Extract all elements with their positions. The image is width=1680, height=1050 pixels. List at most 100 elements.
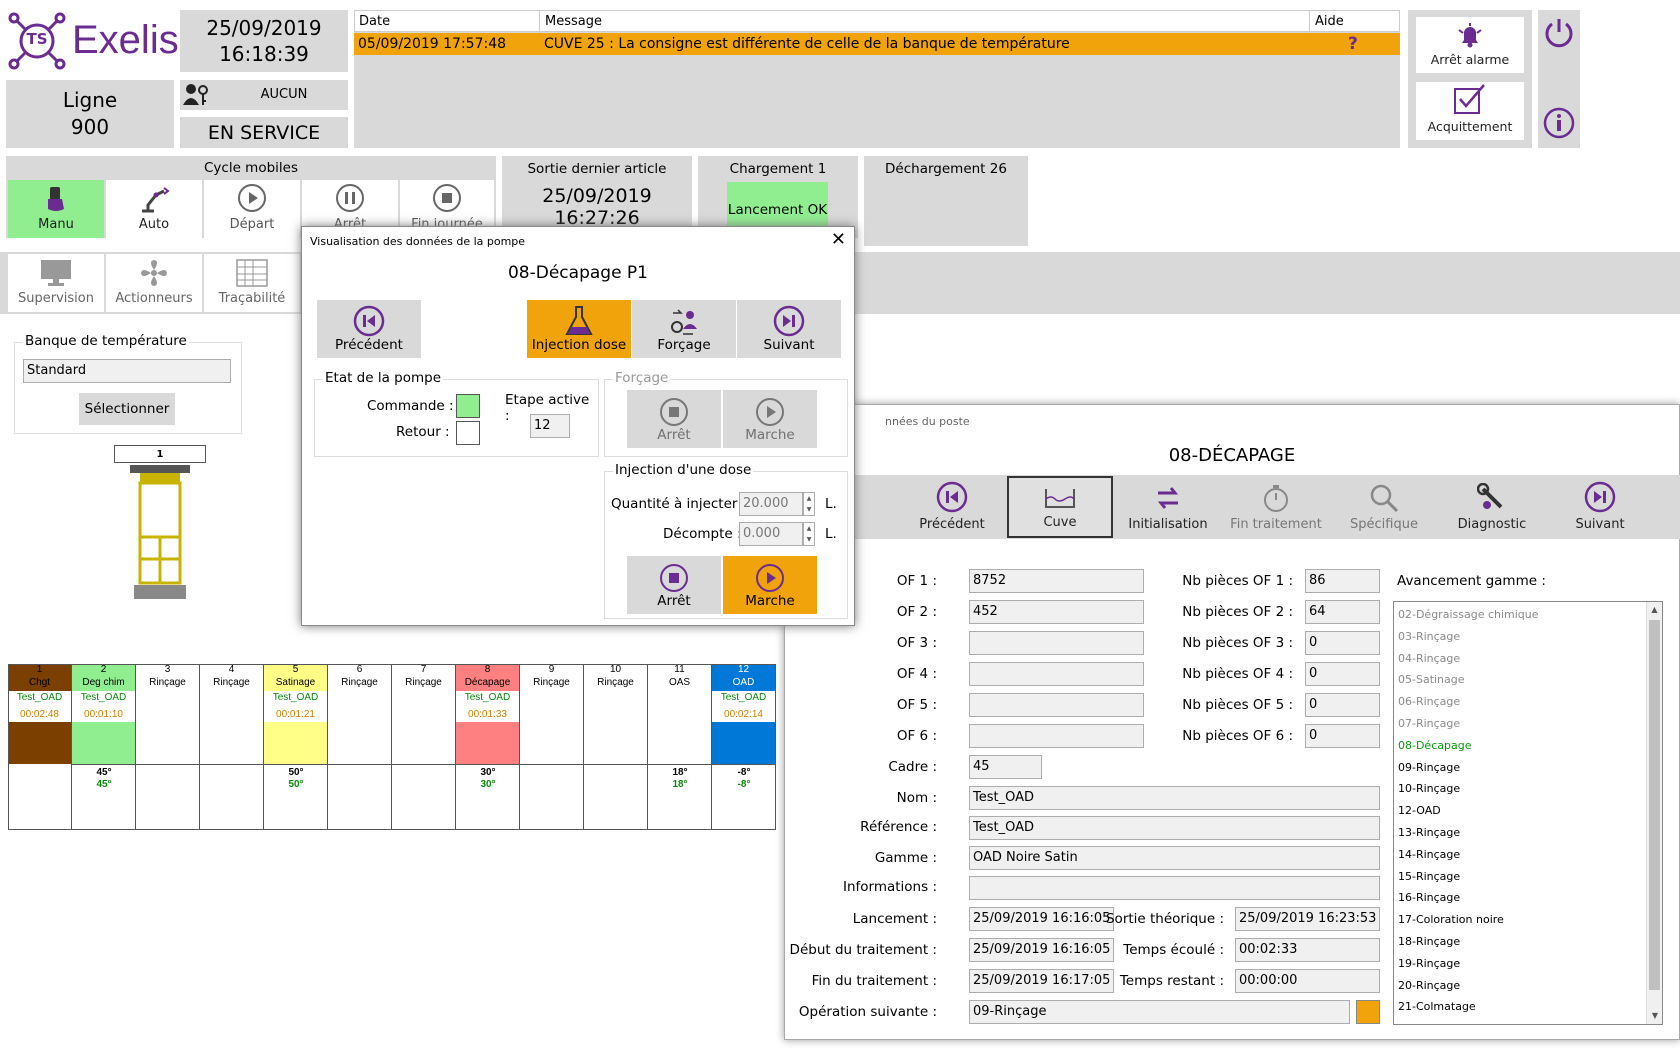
pump-next-button[interactable]: Suivant	[737, 300, 841, 358]
bath-11[interactable]: 11 OAS 18° 18°	[648, 664, 712, 830]
bath-1[interactable]: 1 Chgt Test_OAD 00:02:48	[8, 664, 72, 830]
bath-8[interactable]: 8 Décapage Test_OAD 00:01:33 30° 30°	[456, 664, 520, 830]
inject-dose-button[interactable]: Injection dose	[527, 300, 631, 358]
gamme-step[interactable]: 05-Satinage	[1394, 669, 1662, 691]
nb3-field[interactable]: 0	[1305, 631, 1380, 655]
bath-3[interactable]: 3 Rinçage	[136, 664, 200, 830]
gamme-step[interactable]: 17-Coloration noire	[1394, 909, 1662, 931]
of2-field[interactable]: 452	[969, 600, 1144, 624]
end-treatment-button[interactable]: Fin traitement	[1223, 476, 1329, 538]
of1-field[interactable]: 8752	[969, 569, 1144, 593]
nb4-field[interactable]: 0	[1305, 662, 1380, 686]
gamme-step[interactable]: 13-Rinçage	[1394, 822, 1662, 844]
select-button[interactable]: Sélectionner	[79, 393, 175, 425]
init-button[interactable]: Initialisation	[1115, 476, 1221, 538]
quantity-field[interactable]: 20.000	[739, 492, 803, 516]
ref-field[interactable]: Test_OAD	[969, 816, 1380, 840]
gamme-step[interactable]: 06-Rinçage	[1394, 691, 1662, 713]
bath-7[interactable]: 7 Rinçage	[392, 664, 456, 830]
debut-field[interactable]: 25/09/2019 16:16:05	[969, 938, 1114, 962]
bath-10[interactable]: 10 Rinçage	[584, 664, 648, 830]
gamme-step[interactable]: 02-Dégraissage chimique	[1394, 604, 1662, 626]
bank-field[interactable]: Standard	[23, 359, 231, 383]
bath-number: 8	[456, 664, 519, 676]
gamme-step[interactable]: 04-Rinçage	[1394, 648, 1662, 670]
diagnostic-button[interactable]: Diagnostic	[1439, 476, 1545, 538]
power-icon[interactable]	[1542, 16, 1576, 50]
user-panel[interactable]: AUCUN	[180, 80, 348, 110]
alarm-help-icon[interactable]: ?	[1348, 34, 1358, 54]
bath-2[interactable]: 2 Deg chim Test_OAD 00:01:10 45° 45°	[72, 664, 136, 830]
gamme-step[interactable]: 14-Rinçage	[1394, 844, 1662, 866]
gamme-field[interactable]: OAD Noire Satin	[969, 846, 1380, 870]
restant-field[interactable]: 00:00:00	[1235, 969, 1380, 993]
countdown-field[interactable]: 0.000	[739, 522, 803, 546]
ecoule-field[interactable]: 00:02:33	[1235, 938, 1380, 962]
pump-forcing-button[interactable]: Forçage	[632, 300, 736, 358]
gamme-step[interactable]: 10-Rinçage	[1394, 778, 1662, 800]
forcing-stop-button[interactable]: Arrêt	[627, 390, 721, 448]
forcing-run-button[interactable]: Marche	[723, 390, 817, 448]
lancement-field[interactable]: 25/09/2019 16:16:05	[969, 907, 1114, 931]
of3-field[interactable]	[969, 631, 1144, 655]
retour-indicator	[456, 421, 480, 445]
gamme-step[interactable]: 12-OAD	[1394, 800, 1662, 822]
of5-field[interactable]	[969, 693, 1144, 717]
gamme-step[interactable]: 15-Rinçage	[1394, 866, 1662, 888]
nb1-field[interactable]: 86	[1305, 569, 1380, 593]
manu-button[interactable]: Manu	[8, 180, 104, 238]
bath-4[interactable]: 4 Rinçage	[200, 664, 264, 830]
nav-supervision[interactable]: Supervision	[8, 254, 104, 312]
nom-field[interactable]: Test_OAD	[969, 786, 1380, 810]
bath-12[interactable]: 12 OAD Test_OAD 00:02:14 -8° -8°	[712, 664, 776, 830]
start-button[interactable]: Départ	[204, 180, 300, 238]
nb2-field[interactable]: 64	[1305, 600, 1380, 624]
gamme-step[interactable]: 19-Rinçage	[1394, 953, 1662, 975]
poste-previous-button[interactable]: Précédent	[899, 476, 1005, 538]
nb6-field[interactable]: 0	[1305, 724, 1380, 748]
gamme-step[interactable]: 03-Rinçage	[1394, 626, 1662, 648]
scroll-up-icon[interactable]: ▲	[1647, 602, 1662, 618]
info-field[interactable]	[969, 876, 1380, 900]
specific-button[interactable]: Spécifique	[1331, 476, 1437, 538]
sortie-theorique-field[interactable]: 25/09/2019 16:23:53	[1235, 907, 1380, 931]
bath-lot: Test_OAD	[464, 692, 511, 703]
gamme-step[interactable]: 07-Rinçage	[1394, 713, 1662, 735]
of6-field[interactable]	[969, 724, 1144, 748]
bath-5[interactable]: 5 Satinage Test_OAD 00:01:21 50° 50°	[264, 664, 328, 830]
gamme-list[interactable]: 02-Dégraissage chimique 03-Rinçage 04-Rinç…	[1393, 601, 1663, 1025]
fin-field[interactable]: 25/09/2019 16:17:05	[969, 969, 1114, 993]
auto-button[interactable]: Auto	[106, 180, 202, 238]
pump-previous-button[interactable]: Précédent	[317, 300, 421, 358]
bath-6[interactable]: 6 Rinçage	[328, 664, 392, 830]
nb5-field[interactable]: 0	[1305, 693, 1380, 717]
alarm-stop-button[interactable]: Arrêt alarme	[1416, 17, 1524, 73]
quantity-spinner[interactable]: ▲ ▼	[803, 492, 815, 516]
close-icon[interactable]: ✕	[831, 229, 846, 250]
dose-stop-button[interactable]: Arrêt	[627, 556, 721, 614]
cadre-field[interactable]: 45	[969, 755, 1042, 779]
info-icon[interactable]	[1542, 106, 1576, 140]
next-op-field[interactable]: 09-Rinçage	[969, 1000, 1350, 1024]
scroll-down-icon[interactable]: ▼	[1647, 1008, 1662, 1024]
nav-actionneurs[interactable]: Actionneurs	[106, 254, 202, 312]
bath-9[interactable]: 9 Rinçage	[520, 664, 584, 830]
gamme-step[interactable]: 18-Rinçage	[1394, 931, 1662, 953]
scroll-thumb[interactable]	[1649, 620, 1660, 990]
gamme-scrollbar[interactable]: ▲ ▼	[1646, 602, 1662, 1024]
gamme-step[interactable]: 08-Décapage	[1394, 735, 1662, 757]
gamme-step[interactable]: 09-Rinçage	[1394, 757, 1662, 779]
gamme-step[interactable]: 21-Colmatage	[1394, 996, 1662, 1018]
alarm-row[interactable]: 05/09/2019 17:57:48 CUVE 25 : La consign…	[354, 33, 1400, 55]
active-step-field[interactable]: 12	[530, 414, 570, 438]
gamme-step[interactable]: 20-Rinçage	[1394, 975, 1662, 997]
tank-button[interactable]: Cuve	[1007, 476, 1113, 538]
of4-field[interactable]	[969, 662, 1144, 686]
gamme-step[interactable]: 16-Rinçage	[1394, 887, 1662, 909]
countdown-spinner[interactable]: ▲ ▼	[803, 522, 815, 546]
nav-tracabilite[interactable]: Traçabilité	[204, 254, 300, 312]
poste-next-button[interactable]: Suivant	[1547, 476, 1653, 538]
pump-name: 08-Décapage P1	[507, 263, 648, 283]
dose-run-button[interactable]: Marche	[723, 556, 817, 614]
acknowledge-button[interactable]: Acquittement	[1416, 82, 1524, 140]
